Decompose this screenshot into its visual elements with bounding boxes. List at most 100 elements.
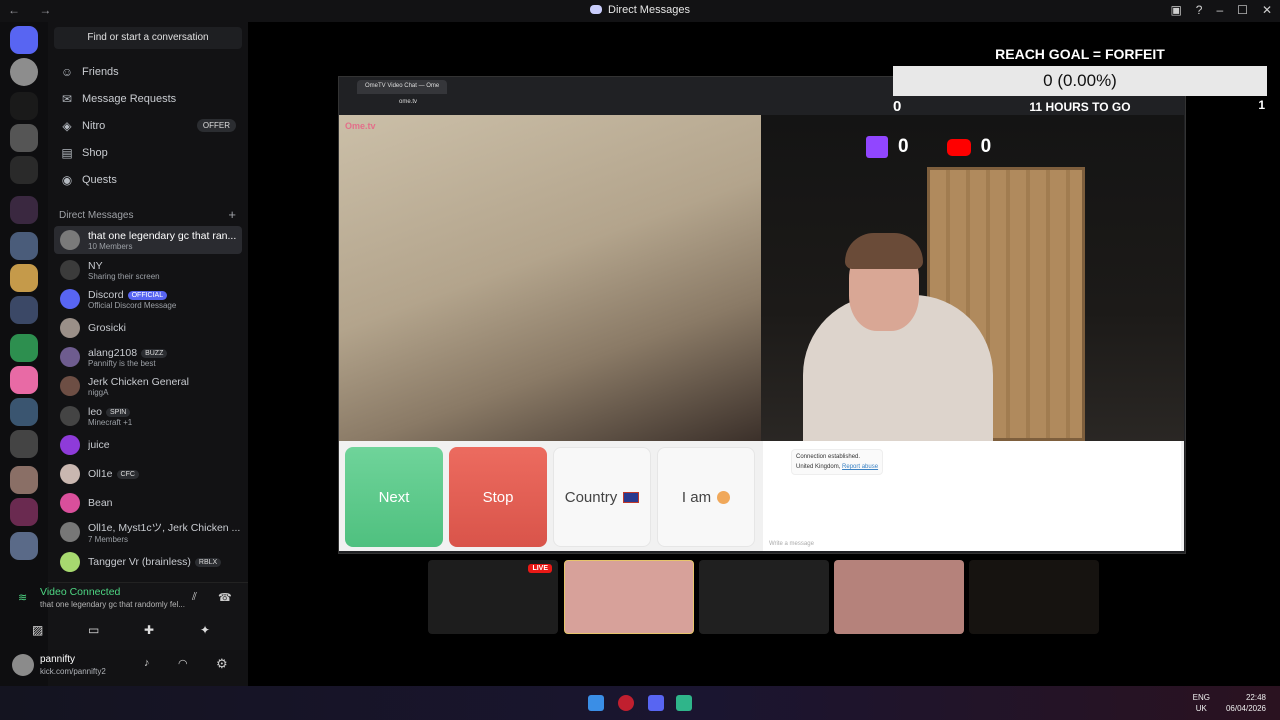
- voice-panel: ≋ Video Connected that one legendary gc …: [18, 582, 248, 650]
- live-badge: LIVE: [528, 564, 552, 573]
- nav-quests[interactable]: ◉ Quests: [54, 168, 242, 192]
- server-icon[interactable]: [10, 334, 38, 362]
- close-button[interactable]: ✕: [1262, 3, 1272, 17]
- server-icon[interactable]: [10, 264, 38, 292]
- dm-item[interactable]: Grosicki: [54, 314, 242, 342]
- country-button[interactable]: Country: [553, 447, 651, 547]
- offer-badge: OFFER: [196, 119, 236, 132]
- dm-item[interactable]: juice: [54, 431, 242, 459]
- avatar: [60, 347, 80, 367]
- dm-item[interactable]: that one legendary gc that ran... 10 Memb…: [54, 226, 242, 254]
- discord-taskbar-icon[interactable]: [648, 695, 664, 711]
- friends-icon: ☺: [60, 65, 74, 79]
- nav-shop[interactable]: ▤ Shop: [54, 141, 242, 165]
- server-icon[interactable]: [10, 124, 38, 152]
- maximize-button[interactable]: ☐: [1237, 3, 1248, 17]
- server-icon[interactable]: [10, 398, 38, 426]
- title-bar: ← → Direct Messages ▣ ? – ☐ ✕: [0, 0, 1280, 22]
- nav-message-requests[interactable]: ✉ Message Requests: [54, 87, 242, 111]
- browser-tab[interactable]: OmeTV Video Chat — Ome: [357, 80, 448, 94]
- screen-share-icon[interactable]: ▭: [88, 623, 99, 637]
- soundboard-icon[interactable]: ✦: [200, 623, 210, 637]
- server-icon[interactable]: [10, 232, 38, 260]
- server-icon[interactable]: [10, 366, 38, 394]
- gender-button[interactable]: I am: [657, 447, 755, 547]
- voice-channel[interactable]: that one legendary gc that randomly fel.…: [40, 600, 185, 609]
- avatar: [60, 464, 80, 484]
- message-input[interactable]: Write a message: [769, 541, 814, 547]
- headphones-icon[interactable]: ◠: [178, 657, 188, 670]
- dm-header-label: Direct Messages: [59, 210, 134, 221]
- nav-nitro[interactable]: ◈ Nitro OFFER: [54, 114, 242, 138]
- create-dm-button[interactable]: +: [228, 207, 236, 222]
- participant-tile[interactable]: [564, 560, 694, 634]
- dm-item[interactable]: Tangger Vr (brainless) RBLX: [54, 548, 242, 576]
- stop-button[interactable]: Stop: [449, 447, 547, 547]
- taskbar: ENG UK 22:48 06/04/2026: [0, 686, 1280, 720]
- browser-window: OmeTV Video Chat — Ome ome.tv Ome.tv Nex…: [338, 76, 1186, 554]
- language-indicator[interactable]: ENG UK: [1193, 692, 1210, 714]
- settings-gear-icon[interactable]: ⚙: [216, 656, 228, 672]
- twitch-icon: [866, 136, 888, 158]
- inbox-icon[interactable]: ▣: [1170, 3, 1181, 17]
- platform-counts: 0 0: [866, 136, 991, 158]
- minimize-button[interactable]: –: [1216, 3, 1223, 17]
- official-badge: OFFICIAL: [127, 290, 168, 300]
- signal-icon[interactable]: ≋: [18, 591, 27, 604]
- user-panel: pannifty kick.com/pannifty2 ♪ ◠ ⚙: [12, 650, 248, 686]
- dm-item[interactable]: leo SPIN Minecraft +1: [54, 402, 242, 430]
- server-folder[interactable]: [10, 498, 38, 526]
- report-abuse-link[interactable]: Report abuse: [842, 464, 878, 470]
- participant-tile[interactable]: LIVE: [428, 560, 558, 634]
- participant-tile[interactable]: [969, 560, 1099, 634]
- avatar: [60, 230, 80, 250]
- home-button[interactable]: [10, 26, 38, 54]
- app-taskbar-icon[interactable]: [676, 695, 692, 711]
- server-icon[interactable]: [10, 532, 38, 560]
- search-button[interactable]: Find or start a conversation: [54, 27, 242, 49]
- dm-item[interactable]: Oll1e, Myst1cツ, Jerk Chicken ... 7 Member…: [54, 518, 242, 546]
- dm-item[interactable]: Discord OFFICIAL Official Discord Message: [54, 285, 242, 313]
- nav-friends[interactable]: ☺ Friends: [54, 60, 242, 84]
- server-icon[interactable]: [10, 430, 38, 458]
- system-message: Connection established. United Kingdom, …: [791, 449, 884, 475]
- activities-icon[interactable]: ✚: [144, 623, 154, 637]
- clock[interactable]: 22:48 06/04/2026: [1226, 692, 1266, 714]
- disconnect-icon[interactable]: ☎: [218, 591, 232, 604]
- goal-title: REACH GOAL = FORFEIT: [995, 46, 1165, 62]
- start-button-icon[interactable]: [588, 695, 604, 711]
- participant-tile[interactable]: [834, 560, 964, 634]
- uk-flag-icon: [623, 491, 640, 503]
- avatar[interactable]: [12, 654, 34, 676]
- server-folder[interactable]: [10, 196, 38, 224]
- server-icon[interactable]: [10, 58, 38, 86]
- goal-max: 1: [1258, 98, 1265, 112]
- participant-tile[interactable]: [699, 560, 829, 634]
- avatar: [60, 376, 80, 396]
- noise-suppression-icon[interactable]: ⫽: [192, 591, 197, 604]
- next-button[interactable]: Next: [345, 447, 443, 547]
- dm-sidebar: Find or start a conversation ☺ Friends ✉ M…: [12, 22, 248, 686]
- youtube-count: 0: [980, 136, 992, 157]
- avatar: [60, 406, 80, 426]
- dm-item[interactable]: alang2108 BUZZ Pannifty is the best: [54, 343, 242, 371]
- username[interactable]: pannifty: [40, 654, 75, 665]
- window-controls: ▣ ? – ☐ ✕: [1170, 3, 1272, 17]
- url-text[interactable]: ome.tv: [399, 99, 417, 105]
- camera-off-icon[interactable]: ▨: [32, 623, 43, 637]
- dm-item[interactable]: NY Sharing their screen: [54, 256, 242, 284]
- avatar: [60, 493, 80, 513]
- boy-icon: [717, 490, 731, 504]
- server-icon[interactable]: [10, 156, 38, 184]
- opera-icon[interactable]: [618, 695, 634, 711]
- server-icon[interactable]: [10, 92, 38, 120]
- clan-tag: SPIN: [106, 407, 131, 417]
- server-icon[interactable]: [10, 296, 38, 324]
- server-icon[interactable]: [10, 466, 38, 494]
- help-icon[interactable]: ?: [1196, 3, 1203, 17]
- dm-item[interactable]: Oll1e CFC: [54, 460, 242, 488]
- microphone-icon[interactable]: ♪: [144, 657, 150, 669]
- dm-item[interactable]: Bean: [54, 489, 242, 517]
- goal-overlay: REACH GOAL = FORFEIT 0 (0.00%) 0 11 HOUR…: [893, 46, 1267, 116]
- dm-item[interactable]: Jerk Chicken General niggA: [54, 372, 242, 400]
